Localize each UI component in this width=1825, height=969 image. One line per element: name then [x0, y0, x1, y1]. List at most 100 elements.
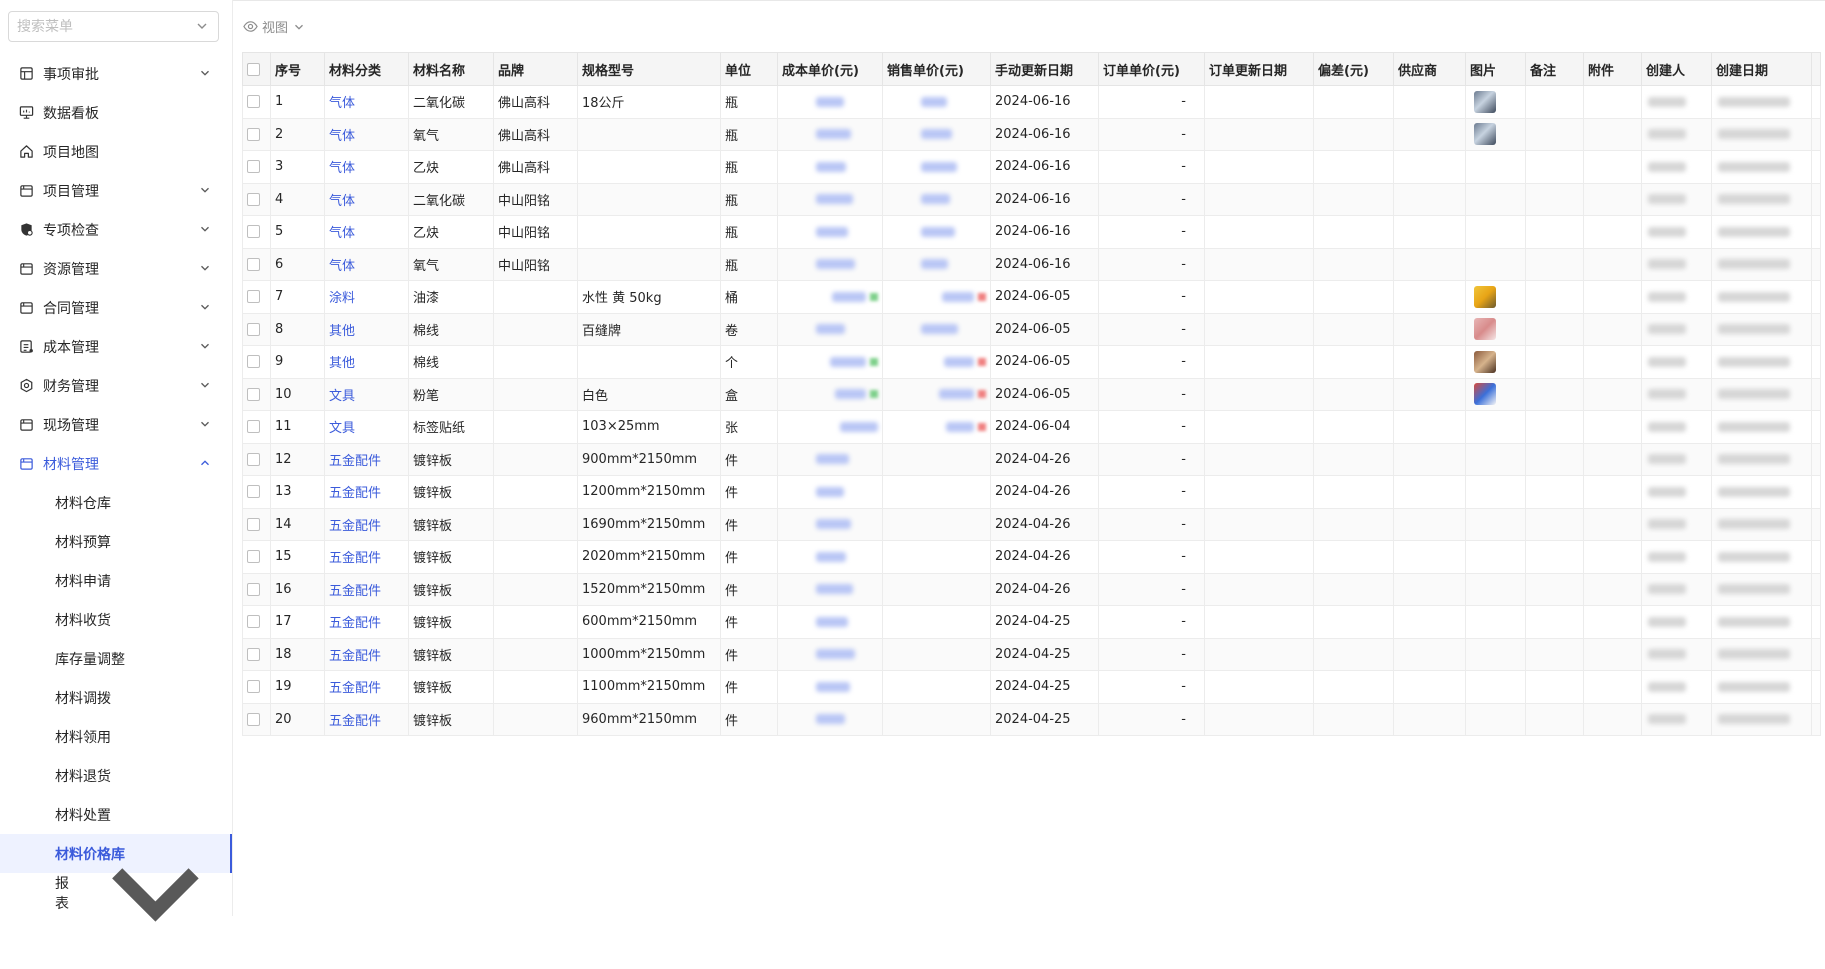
row-checkbox[interactable] [247, 322, 260, 336]
category-link[interactable]: 气体 [324, 150, 409, 184]
category-link[interactable]: 涂料 [324, 280, 409, 314]
sidebar-item-0[interactable]: 事项审批 [0, 54, 232, 93]
sidebar-subitem-5[interactable]: 材料调拨 [0, 678, 232, 717]
row-checkbox[interactable] [247, 615, 260, 629]
table-row[interactable]: 16 五金配件 镀锌板 1520mm*2150mm 件 2024-04-26- [242, 572, 1821, 606]
category-link[interactable]: 五金配件 [324, 540, 409, 574]
table-row[interactable]: 6 气体 氧气 中山阳铭 瓶 2024-06-16- [242, 247, 1821, 281]
row-checkbox[interactable] [247, 355, 260, 369]
sidebar-subitem-1[interactable]: 材料预算 [0, 522, 232, 561]
category-link[interactable]: 气体 [324, 247, 409, 281]
sidebar-subitem-0[interactable]: 材料仓库 [0, 483, 232, 522]
sidebar-subitem-3[interactable]: 材料收货 [0, 600, 232, 639]
sidebar-item-8[interactable]: 财务管理 [0, 366, 232, 405]
sidebar-subitem-reports[interactable]: 报表 [0, 868, 232, 922]
column-header[interactable]: 创建人 [1641, 52, 1712, 86]
column-header[interactable]: 品牌 [493, 52, 578, 86]
row-checkbox[interactable] [247, 647, 260, 661]
category-link[interactable]: 五金配件 [324, 605, 409, 639]
view-button[interactable]: 视图 [243, 17, 310, 36]
row-checkbox[interactable] [247, 680, 260, 694]
row-checkbox[interactable] [247, 225, 260, 239]
category-link[interactable]: 气体 [324, 117, 409, 151]
category-link[interactable]: 五金配件 [324, 442, 409, 476]
sidebar-item-6[interactable]: 合同管理 [0, 288, 232, 327]
category-link[interactable]: 其他 [324, 312, 409, 346]
category-link[interactable]: 气体 [324, 215, 409, 249]
table-row[interactable]: 2 气体 氧气 佛山高科 瓶 2024-06-16- [242, 117, 1821, 151]
material-thumbnail[interactable] [1474, 90, 1496, 113]
row-checkbox[interactable] [247, 192, 260, 206]
sidebar-subitem-6[interactable]: 材料领用 [0, 717, 232, 756]
row-checkbox[interactable] [247, 517, 260, 531]
row-checkbox[interactable] [247, 127, 260, 141]
row-checkbox[interactable] [247, 582, 260, 596]
category-link[interactable]: 文具 [324, 410, 409, 444]
sidebar-item-3[interactable]: 项目管理 [0, 171, 232, 210]
row-checkbox[interactable] [247, 550, 260, 564]
table-row[interactable]: 9 其他 棉线 个 2024-06-05- [242, 345, 1821, 379]
table-row[interactable]: 20 五金配件 镀锌板 960mm*2150mm 件 2024-04-25- [242, 702, 1821, 736]
row-checkbox[interactable] [247, 95, 260, 109]
table-row[interactable]: 3 气体 乙炔 佛山高科 瓶 2024-06-16- [242, 150, 1821, 184]
column-header[interactable]: 图片 [1465, 52, 1526, 86]
table-row[interactable]: 17 五金配件 镀锌板 600mm*2150mm 件 2024-04-25- [242, 605, 1821, 639]
sidebar-subitem-2[interactable]: 材料申请 [0, 561, 232, 600]
menu-search-input[interactable] [9, 12, 187, 41]
select-all-checkbox[interactable] [247, 62, 260, 76]
column-header[interactable]: 成本单价(元) [777, 52, 883, 86]
category-link[interactable]: 五金配件 [324, 670, 409, 704]
category-link[interactable]: 其他 [324, 345, 409, 379]
column-header[interactable]: 订单更新日期 [1204, 52, 1314, 86]
table-row[interactable]: 10 文具 粉笔 白色盒 2024-06-05- [242, 377, 1821, 411]
column-header[interactable]: 单位 [720, 52, 778, 86]
sidebar-subitem-7[interactable]: 材料退货 [0, 756, 232, 795]
table-row[interactable]: 12 五金配件 镀锌板 900mm*2150mm 件 2024-04-26- [242, 442, 1821, 476]
row-checkbox[interactable] [247, 387, 260, 401]
column-header[interactable]: 销售单价(元) [882, 52, 991, 86]
sidebar-item-2[interactable]: 项目地图 [0, 132, 232, 171]
row-checkbox[interactable] [247, 452, 260, 466]
material-thumbnail[interactable] [1474, 318, 1496, 341]
material-thumbnail[interactable] [1474, 383, 1496, 406]
category-link[interactable]: 气体 [324, 85, 409, 119]
sidebar-item-9[interactable]: 现场管理 [0, 405, 232, 444]
material-thumbnail[interactable] [1474, 285, 1496, 308]
table-row[interactable]: 19 五金配件 镀锌板 1100mm*2150mm 件 2024-04-25- [242, 670, 1821, 704]
material-thumbnail[interactable] [1474, 123, 1496, 146]
column-header[interactable]: 材料名称 [408, 52, 494, 86]
column-header[interactable]: 偏差(元) [1313, 52, 1394, 86]
table-row[interactable]: 15 五金配件 镀锌板 2020mm*2150mm 件 2024-04-26- [242, 540, 1821, 574]
column-header[interactable]: 订单单价(元) [1098, 52, 1205, 86]
table-row[interactable]: 14 五金配件 镀锌板 1690mm*2150mm 件 2024-04-26- [242, 507, 1821, 541]
sidebar-item-4[interactable]: 专项检查 [0, 210, 232, 249]
sidebar-subitem-4[interactable]: 库存量调整 [0, 639, 232, 678]
column-header[interactable]: 材料分类 [324, 52, 409, 86]
row-checkbox[interactable] [247, 160, 260, 174]
sidebar-item-10[interactable]: 材料管理 [0, 444, 232, 483]
category-link[interactable]: 五金配件 [324, 475, 409, 509]
sidebar-item-5[interactable]: 资源管理 [0, 249, 232, 288]
table-row[interactable]: 13 五金配件 镀锌板 1200mm*2150mm 件 2024-04-26- [242, 475, 1821, 509]
table-row[interactable]: 1 气体 二氧化碳 佛山高科 18公斤瓶 2024-06-16- [242, 85, 1821, 119]
row-checkbox[interactable] [247, 712, 260, 726]
table-row[interactable]: 11 文具 标签贴纸 103×25mm 张 2024-06-04- [242, 410, 1821, 444]
table-row[interactable]: 18 五金配件 镀锌板 1000mm*2150mm 件 2024-04-25- [242, 637, 1821, 671]
category-link[interactable]: 五金配件 [324, 702, 409, 736]
category-link[interactable]: 五金配件 [324, 637, 409, 671]
chevron-down-icon[interactable] [194, 18, 210, 34]
row-checkbox[interactable] [247, 290, 260, 304]
column-header[interactable]: 附件 [1583, 52, 1642, 86]
column-header[interactable]: 创建日期 [1711, 52, 1812, 86]
material-thumbnail[interactable] [1474, 350, 1496, 373]
menu-search-box[interactable] [8, 11, 219, 42]
row-checkbox[interactable] [247, 420, 260, 434]
row-checkbox[interactable] [247, 257, 260, 271]
column-header[interactable]: 供应商 [1393, 52, 1466, 86]
table-row[interactable]: 7 涂料 油漆 水性 黄 50kg 桶 2024-06-05- [242, 280, 1821, 314]
row-checkbox[interactable] [247, 485, 260, 499]
category-link[interactable]: 气体 [324, 182, 409, 216]
sidebar-item-1[interactable]: 数据看板 [0, 93, 232, 132]
column-header[interactable]: 手动更新日期 [990, 52, 1099, 86]
category-link[interactable]: 五金配件 [324, 507, 409, 541]
